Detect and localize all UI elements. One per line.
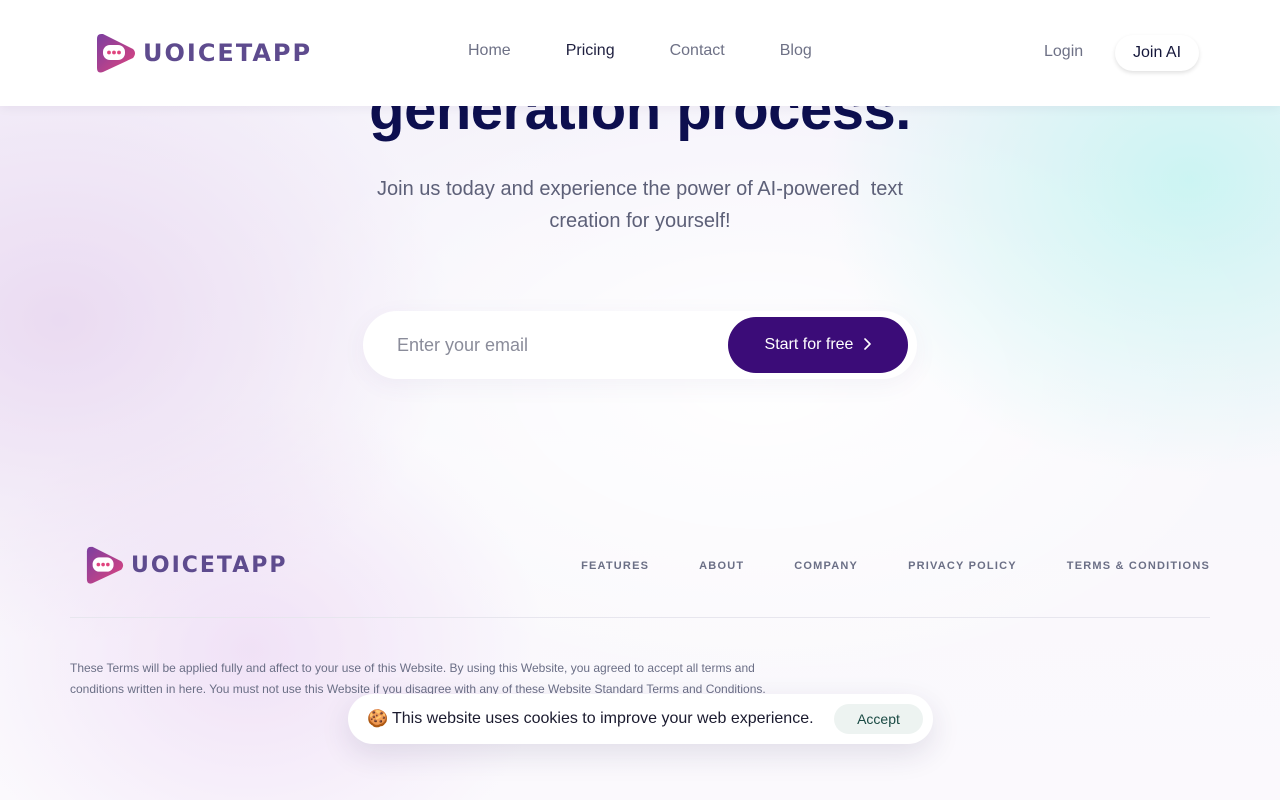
footer-logo[interactable]: UOICETAPP	[85, 543, 288, 587]
accept-cookies-button[interactable]: Accept	[834, 704, 923, 734]
footer-link-privacy-policy[interactable]: PRIVACY POLICY	[908, 560, 1017, 572]
cookie-message: This website uses cookies to improve you…	[392, 710, 814, 727]
hero-subtitle: Join us today and experience the power o…	[377, 178, 909, 232]
start-for-free-button[interactable]: Start for free	[728, 317, 908, 373]
logo-text: UOICETAPP	[131, 552, 288, 578]
nav-pricing[interactable]: Pricing	[566, 42, 615, 60]
nav-blog[interactable]: Blog	[780, 42, 812, 60]
cookie-icon: 🍪	[367, 709, 389, 728]
site-header: UOICETAPP Home Pricing Contact Blog Logi…	[0, 0, 1280, 106]
footer-link-features[interactable]: FEATURES	[581, 560, 649, 572]
footer-nav: FEATURES ABOUT COMPANY PRIVACY POLICY TE…	[531, 560, 1210, 572]
email-input[interactable]	[397, 329, 717, 361]
header-logo[interactable]: UOICETAPP	[95, 30, 312, 76]
cookie-banner: 🍪 This website uses cookies to improve y…	[348, 694, 933, 744]
footer-link-about[interactable]: ABOUT	[699, 560, 744, 572]
nav-contact[interactable]: Contact	[670, 42, 725, 60]
logo-text: UOICETAPP	[143, 39, 313, 67]
nav-home[interactable]: Home	[468, 42, 511, 60]
start-button-label: Start for free	[764, 336, 854, 353]
email-signup-form: Start for free	[363, 311, 917, 379]
footer-divider	[70, 617, 1210, 618]
main-nav: Home Pricing Contact Blog	[468, 42, 867, 60]
footer-link-company[interactable]: COMPANY	[794, 560, 858, 572]
login-link[interactable]: Login	[1044, 43, 1083, 61]
logo-icon	[86, 546, 124, 584]
join-ai-button[interactable]: Join AI	[1115, 35, 1199, 71]
footer-link-terms-conditions[interactable]: TERMS & CONDITIONS	[1067, 560, 1210, 572]
chevron-right-icon	[863, 337, 872, 353]
logo-icon	[97, 34, 135, 73]
